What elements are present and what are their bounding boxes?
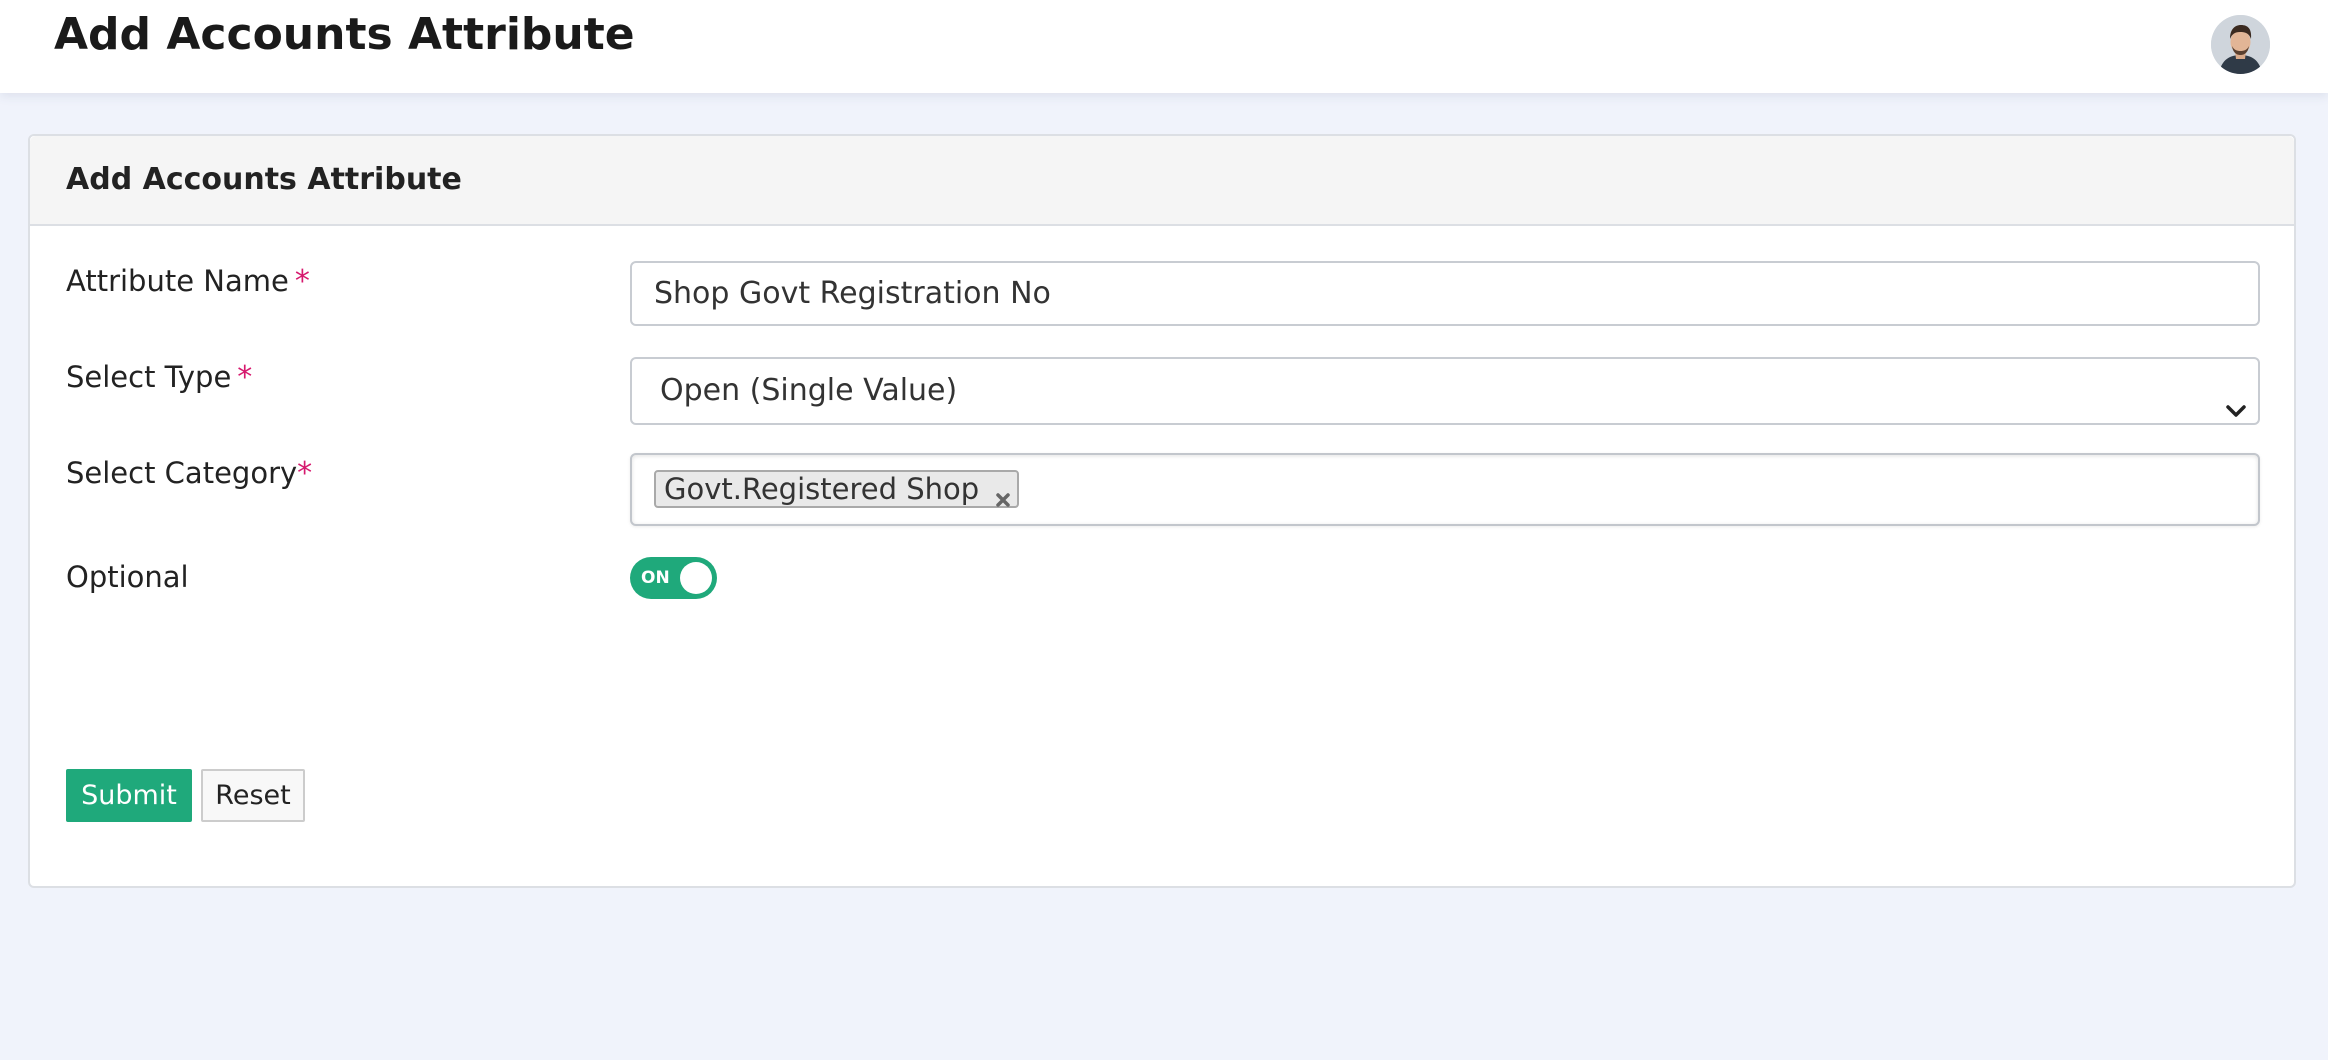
select-type-dropdown[interactable]: Open (Single Value) xyxy=(630,357,2260,425)
avatar-image xyxy=(2211,15,2270,74)
category-tag-label: Govt.Registered Shop xyxy=(664,472,980,506)
select-type-label-text: Select Type xyxy=(66,360,232,394)
select-category-label-text: Select Category xyxy=(66,456,298,490)
attribute-name-input[interactable]: Shop Govt Registration No xyxy=(630,261,2260,326)
top-bar: Add Accounts Attribute xyxy=(0,0,2328,93)
card-title: Add Accounts Attribute xyxy=(66,162,462,197)
required-marker: * xyxy=(294,264,310,299)
add-attribute-card: Add Accounts Attribute Attribute Name * S… xyxy=(28,134,2296,888)
optional-toggle[interactable]: ON xyxy=(630,557,717,599)
reset-button[interactable]: Reset xyxy=(201,769,305,822)
select-category-multiselect[interactable]: Govt.Registered Shop xyxy=(630,453,2260,526)
chevron-down-icon xyxy=(2224,381,2248,417)
user-avatar[interactable] xyxy=(2211,15,2270,74)
card-header: Add Accounts Attribute xyxy=(30,136,2294,226)
select-type-label: Select Type * xyxy=(66,357,252,398)
required-marker: * xyxy=(237,360,253,395)
select-category-label: Select Category* xyxy=(66,453,312,494)
toggle-state-text: ON xyxy=(641,568,670,588)
toggle-knob xyxy=(680,562,712,594)
attribute-name-value: Shop Govt Registration No xyxy=(654,276,1051,311)
optional-label: Optional xyxy=(66,560,189,594)
attribute-name-label-text: Attribute Name xyxy=(66,264,289,298)
category-tag: Govt.Registered Shop xyxy=(654,470,1020,508)
close-icon[interactable] xyxy=(995,481,1011,507)
attribute-name-label: Attribute Name * xyxy=(66,261,310,302)
required-marker: * xyxy=(297,456,313,491)
select-type-selected-value: Open (Single Value) xyxy=(660,373,958,408)
page-title: Add Accounts Attribute xyxy=(54,9,635,60)
submit-button[interactable]: Submit xyxy=(66,769,192,822)
